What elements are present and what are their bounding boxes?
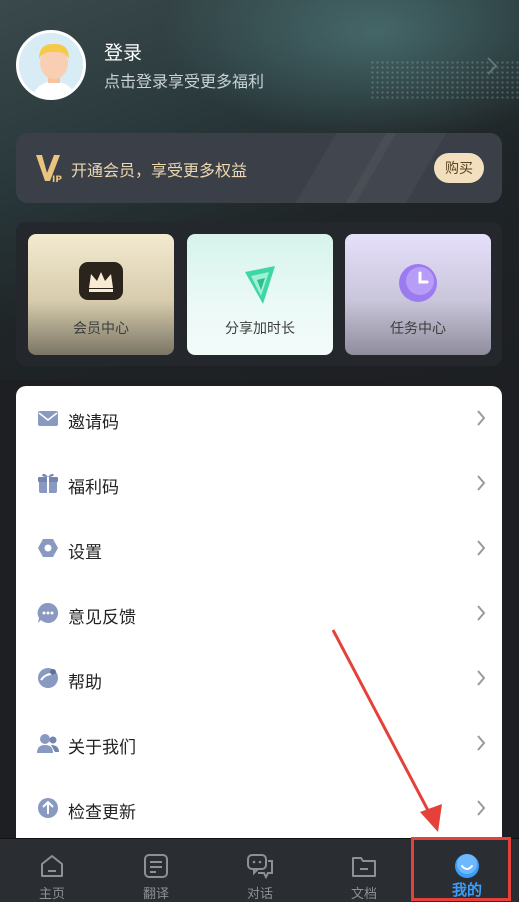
nav-label: 主页 xyxy=(38,887,65,902)
feature-cards: 会员中心 分享加时长 任务中心 xyxy=(16,222,502,366)
gift-icon xyxy=(36,471,60,495)
crown-icon xyxy=(79,262,123,304)
menu-label: 福利码 xyxy=(68,478,119,498)
svg-text:IP: IP xyxy=(52,175,62,183)
menu-item-invite-code[interactable]: 邀请码 xyxy=(16,386,502,451)
settings-icon xyxy=(36,536,60,560)
nav-label: 翻译 xyxy=(142,887,169,902)
nav-translate[interactable]: 翻译 xyxy=(104,839,208,902)
card-member-center[interactable]: 会员中心 xyxy=(28,234,174,355)
vip-banner[interactable]: IP 开通会员，享受更多权益 购买 xyxy=(16,133,502,203)
chevron-right-icon xyxy=(476,474,486,496)
translate-icon xyxy=(143,853,169,883)
about-icon xyxy=(36,731,60,755)
feedback-icon xyxy=(36,601,60,625)
login-subtitle[interactable]: 点击登录享受更多福利 xyxy=(104,68,264,92)
menu-item-settings[interactable]: 设置 xyxy=(16,516,502,581)
nav-mine[interactable]: 我的 xyxy=(415,839,519,902)
menu-label: 关于我们 xyxy=(68,738,136,758)
card-share-time[interactable]: 分享加时长 xyxy=(187,234,333,355)
login-title[interactable]: 登录 xyxy=(104,38,142,65)
chevron-right-icon xyxy=(476,799,486,821)
menu-item-about-us[interactable]: 关于我们 xyxy=(16,711,502,776)
clock-icon xyxy=(397,262,439,308)
chevron-right-icon[interactable] xyxy=(486,56,498,80)
avatar-icon xyxy=(19,33,83,97)
vip-logo-icon: IP xyxy=(34,153,68,187)
menu-label: 帮助 xyxy=(68,673,102,693)
update-icon xyxy=(36,796,60,820)
chevron-right-icon xyxy=(476,539,486,561)
card-label: 分享加时长 xyxy=(225,321,295,337)
menu-label: 意见反馈 xyxy=(68,608,136,628)
home-icon xyxy=(39,853,65,883)
menu-label: 设置 xyxy=(68,543,102,563)
menu-label: 邀请码 xyxy=(68,413,119,433)
chevron-right-icon xyxy=(476,669,486,691)
chevron-right-icon xyxy=(476,409,486,431)
folder-icon xyxy=(351,853,377,883)
nav-label: 对话 xyxy=(246,887,273,902)
menu-label: 检查更新 xyxy=(68,803,136,823)
card-task-center[interactable]: 任务中心 xyxy=(345,234,491,355)
vip-text: 开通会员，享受更多权益 xyxy=(71,161,248,180)
chevron-right-icon xyxy=(476,734,486,756)
chevron-right-icon xyxy=(476,604,486,626)
menu-item-feedback[interactable]: 意见反馈 xyxy=(16,581,502,646)
card-label: 任务中心 xyxy=(390,321,446,337)
help-icon xyxy=(36,666,60,690)
bottom-nav: 主页 翻译 对话 文档 我的 xyxy=(0,838,519,902)
nav-docs[interactable]: 文档 xyxy=(312,839,416,902)
share-icon xyxy=(239,262,281,312)
menu-item-check-update[interactable]: 检查更新 xyxy=(16,776,502,841)
card-label: 会员中心 xyxy=(73,321,129,337)
profile-login-row[interactable]: 登录 点击登录享受更多福利 xyxy=(16,30,506,102)
mail-icon xyxy=(36,406,60,430)
nav-label: 文档 xyxy=(350,887,377,902)
nav-home[interactable]: 主页 xyxy=(0,839,104,902)
avatar[interactable] xyxy=(16,30,86,100)
menu-item-help[interactable]: 帮助 xyxy=(16,646,502,711)
menu-item-welfare-code[interactable]: 福利码 xyxy=(16,451,502,516)
nav-label: 我的 xyxy=(451,881,482,899)
buy-button[interactable]: 购买 xyxy=(434,153,484,183)
nav-chat[interactable]: 对话 xyxy=(208,839,312,902)
chat-icon xyxy=(246,853,274,883)
settings-menu: 邀请码 福利码 设置 意见反馈 帮助 关于我们 检查更新 xyxy=(16,386,502,846)
